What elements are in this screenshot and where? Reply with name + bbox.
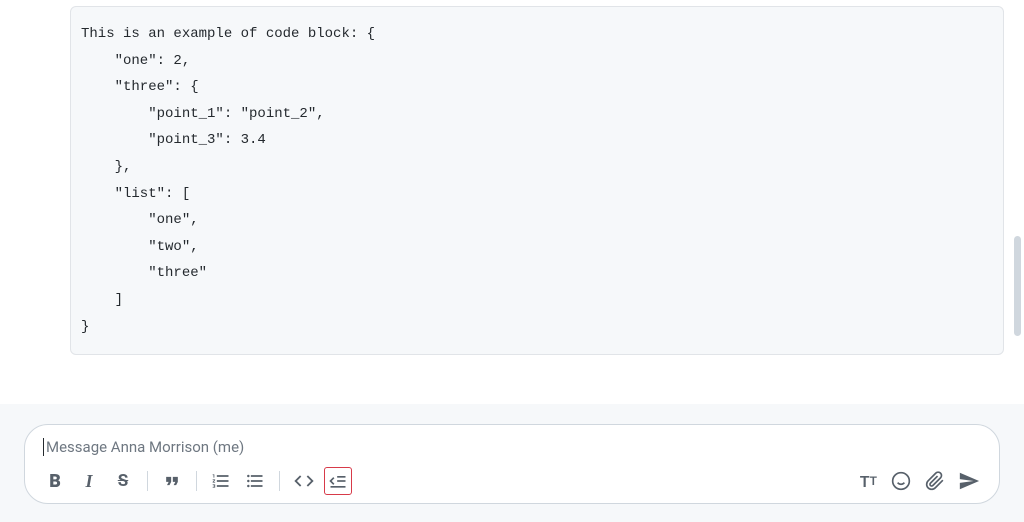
strikethrough-button[interactable]: S bbox=[109, 467, 137, 495]
message-placeholder: Message Anna Morrison (me) bbox=[46, 438, 244, 456]
code-block-content: This is an example of code block: { "one… bbox=[81, 21, 993, 340]
toolbar-divider bbox=[147, 471, 148, 491]
code-icon bbox=[294, 471, 314, 491]
send-icon bbox=[958, 470, 980, 492]
italic-button[interactable]: I bbox=[75, 467, 103, 495]
toolbar-right-group: TT bbox=[856, 467, 983, 495]
formatting-toolbar: B I S bbox=[41, 467, 983, 495]
paperclip-icon bbox=[925, 471, 945, 491]
quote-icon bbox=[162, 471, 182, 491]
attach-button[interactable] bbox=[921, 467, 949, 495]
code-block-button[interactable] bbox=[324, 467, 352, 495]
toolbar-divider bbox=[279, 471, 280, 491]
text-format-button[interactable]: TT bbox=[856, 467, 881, 495]
unordered-list-icon bbox=[245, 471, 265, 491]
unordered-list-button[interactable] bbox=[241, 467, 269, 495]
ordered-list-icon bbox=[211, 471, 231, 491]
code-block-icon bbox=[328, 471, 348, 491]
message-input[interactable]: Message Anna Morrison (me) bbox=[41, 435, 983, 459]
toolbar-left-group: B I S bbox=[41, 467, 352, 495]
toolbar-divider bbox=[196, 471, 197, 491]
message-composer-area: Message Anna Morrison (me) B I S bbox=[0, 404, 1024, 522]
scrollbar-thumb[interactable] bbox=[1014, 236, 1021, 336]
ordered-list-button[interactable] bbox=[207, 467, 235, 495]
bold-button[interactable]: B bbox=[41, 467, 69, 495]
send-button[interactable] bbox=[955, 467, 983, 495]
emoji-button[interactable] bbox=[887, 467, 915, 495]
code-block-container: This is an example of code block: { "one… bbox=[70, 6, 1004, 355]
emoji-icon bbox=[891, 471, 911, 491]
code-inline-button[interactable] bbox=[290, 467, 318, 495]
message-composer-box[interactable]: Message Anna Morrison (me) B I S bbox=[24, 424, 1000, 504]
text-cursor bbox=[43, 438, 44, 456]
quote-button[interactable] bbox=[158, 467, 186, 495]
